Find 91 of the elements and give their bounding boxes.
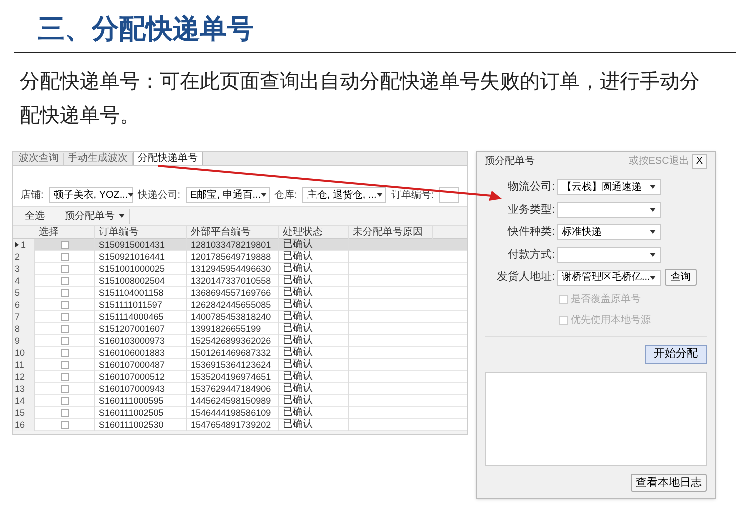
row-number: 11: [15, 359, 24, 371]
preallocate-dropdown-button[interactable]: 预分配单号: [61, 208, 130, 224]
page-heading: 三、分配快递单号: [38, 13, 255, 46]
row-number: 5: [15, 287, 20, 299]
row-checkbox[interactable]: [60, 313, 68, 321]
field-label: 发货人地址:: [496, 270, 556, 286]
row-checkbox[interactable]: [60, 301, 68, 309]
table-row[interactable]: 12 S160107000512 1535204196974651 已确认: [13, 371, 467, 383]
dropdown[interactable]: [557, 246, 661, 263]
caret-icon: [128, 193, 134, 197]
row-checkbox[interactable]: [60, 373, 68, 381]
table-row[interactable]: 9 S160103000973 1525426899362026 已确认: [13, 335, 467, 347]
table-row[interactable]: 3 S151001000025 1312945954496630 已确认: [13, 263, 467, 275]
dropdown[interactable]: 【云栈】圆通速递: [557, 179, 661, 196]
row-checkbox[interactable]: [60, 277, 68, 285]
table-row[interactable]: 16 S160111002530 1547654891739202 已确认: [13, 419, 467, 431]
table-row[interactable]: 13 S160107000943 1537629447184906 已确认: [13, 383, 467, 395]
row-number: 9: [15, 335, 20, 347]
row-number: 1: [21, 239, 26, 251]
caret-icon: [261, 193, 268, 197]
row-checkbox[interactable]: [60, 397, 68, 405]
field-label: 付款方式:: [506, 248, 556, 263]
row-number: 7: [15, 311, 20, 323]
option-label: 优先使用本地号源: [571, 314, 651, 328]
table-row[interactable]: 11 S160107000487 1536915364123624 已确认: [13, 359, 467, 371]
row-number: 15: [15, 407, 26, 419]
dropdown[interactable]: 标准快递: [557, 224, 661, 240]
table-row[interactable]: 10 S160106001883 1501261469687332 已确认: [13, 347, 467, 359]
row-number: 4: [15, 275, 20, 287]
row-number: 12: [15, 371, 26, 383]
caret-icon: [650, 185, 656, 190]
field-label: 物流公司:: [506, 180, 556, 196]
dropdown[interactable]: 顿子美衣, YOZ...: [48, 187, 133, 203]
row-pointer-icon: [15, 242, 19, 248]
row-number: 10: [15, 347, 26, 359]
row-checkbox[interactable]: [60, 289, 68, 297]
table-row[interactable]: 7 S151114000465 1400785453818240 已确认: [13, 311, 467, 323]
row-checkbox[interactable]: [60, 409, 68, 417]
dropdown[interactable]: [557, 202, 661, 218]
table-cell: 已确认: [279, 419, 349, 431]
row-checkbox[interactable]: [60, 325, 68, 333]
tab[interactable]: 分配快递单号: [133, 152, 203, 165]
row-checkbox[interactable]: [60, 337, 68, 345]
dropdown[interactable]: 主仓, 退货仓, ...: [302, 187, 386, 203]
row-checkbox[interactable]: [60, 349, 68, 357]
row-checkbox[interactable]: [60, 361, 68, 369]
table-row[interactable]: 6 S151111011597 1262842445655085 已确认: [13, 299, 467, 311]
caret-icon: [650, 252, 656, 257]
filter-label: 店铺:: [21, 188, 44, 203]
row-checkbox[interactable]: [60, 241, 68, 249]
row-number: 13: [15, 383, 26, 395]
row-checkbox[interactable]: [60, 421, 68, 429]
query-button[interactable]: 查询: [665, 269, 697, 286]
table-row[interactable]: 5 S151104001158 1368694557169766 已确认: [13, 287, 467, 299]
row-number: 3: [15, 263, 20, 275]
table-row[interactable]: 1 S150915001431 1281033478219801 已确认: [13, 239, 467, 251]
table-row[interactable]: 15 S160111002505 1546444198586109 已确认: [13, 407, 467, 419]
dropdown[interactable]: 谢桥管理区毛桥亿...: [557, 270, 661, 286]
description-text: 分配快递单号：可在此页面查询出自动分配快递单号失败的订单，进行手动分配快递单号。: [20, 70, 701, 129]
row-checkbox[interactable]: [60, 265, 68, 273]
table-row[interactable]: 4 S151008002504 1320147337010558 已确认: [13, 275, 467, 287]
table-row[interactable]: 2 S150921016441 1201785649719888 已确认: [13, 251, 467, 263]
row-number: 16: [15, 419, 26, 431]
caret-icon: [376, 193, 383, 197]
caret-icon: [650, 230, 656, 234]
row-number: 2: [15, 251, 20, 263]
caret-icon: [650, 208, 656, 212]
dialog-title: 预分配单号: [485, 154, 535, 170]
table-row[interactable]: 8 S151207001607 13991826655199 已确认: [13, 323, 467, 335]
caret-icon: [650, 276, 656, 280]
tab[interactable]: 波次查询: [15, 153, 64, 165]
table-cell: 1547654891739202: [187, 419, 279, 431]
table-cell: S160111002530: [95, 419, 187, 431]
row-checkbox[interactable]: [60, 385, 68, 393]
select-all-button[interactable]: 全选: [19, 208, 51, 224]
field-label: 业务类型:: [506, 202, 556, 218]
row-number: 6: [15, 299, 20, 311]
view-log-button[interactable]: 查看本地日志: [631, 474, 707, 492]
row-checkbox[interactable]: [60, 253, 68, 261]
dropdown[interactable]: E邮宝, 申通百...: [186, 187, 270, 203]
field-label: 快件种类:: [506, 225, 556, 240]
close-button[interactable]: X: [692, 154, 707, 170]
table-row[interactable]: 14 S160111000595 1445624598150989 已确认: [13, 395, 467, 407]
row-number: 8: [15, 323, 20, 335]
start-allocation-button[interactable]: 开始分配: [645, 345, 707, 364]
filter-label: 仓库:: [274, 188, 298, 203]
esc-hint: 或按ESC退出: [628, 154, 690, 170]
filter-label: 快递公司:: [138, 188, 181, 203]
caret-icon: [119, 214, 125, 218]
option-label: 是否覆盖原单号: [571, 292, 641, 308]
row-number: 14: [15, 395, 26, 407]
